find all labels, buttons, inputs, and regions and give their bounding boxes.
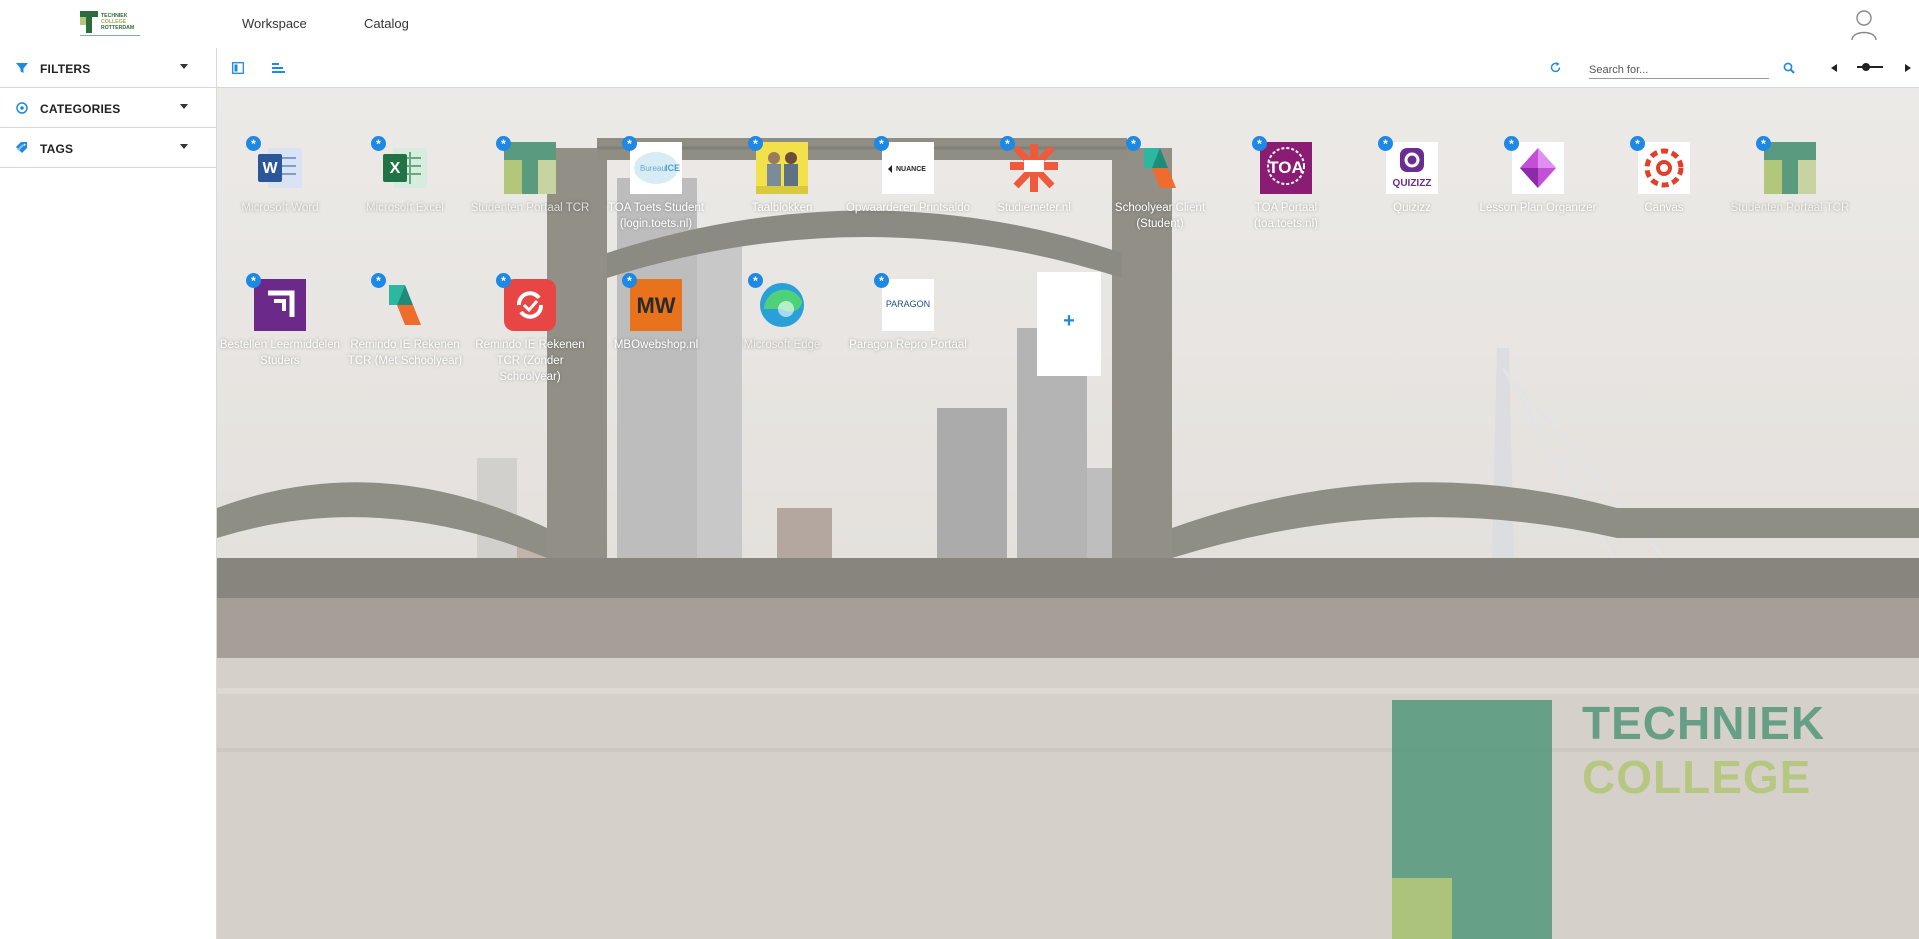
app-tile-label: Microsoft Edge — [743, 339, 821, 351]
favorite-star-icon[interactable]: * — [1126, 136, 1141, 151]
toa-icon: TOA — [1260, 142, 1312, 194]
schoolyear-icon — [1144, 148, 1176, 188]
sidebar-item-categories[interactable]: CATEGORIES — [0, 88, 216, 128]
lesson-plan-icon — [1512, 142, 1564, 194]
watermark-text-1: TECHNIEK — [1582, 697, 1826, 749]
svg-text:QUIZIZZ: QUIZIZZ — [1393, 178, 1432, 189]
filter-icon — [16, 63, 28, 73]
app-tile-label: Opwaarderen Printsaldo — [845, 202, 970, 214]
sidebar-item-tags[interactable]: TAGS — [0, 128, 216, 168]
top-bar: TECHNIEK COLLEGE ROTTERDAM Workspace Cat… — [0, 0, 1919, 48]
refresh-icon[interactable] — [1549, 61, 1562, 74]
tcr-portal-icon — [504, 142, 556, 194]
bureau-ice-icon: Bureau ICE — [630, 142, 682, 194]
app-tile-label: Remindo IE Rekenen TCR (Zonder Schoolyea… — [475, 339, 585, 383]
favorite-star-icon[interactable]: * — [748, 136, 763, 151]
chevron-down-icon[interactable] — [180, 144, 188, 149]
svg-text:X: X — [390, 160, 401, 177]
favorite-star-icon[interactable]: * — [622, 136, 637, 151]
remindo-icon — [504, 279, 556, 331]
favorite-star-icon[interactable]: * — [1378, 136, 1393, 151]
favorite-star-icon[interactable]: * — [874, 136, 889, 151]
favorite-star-icon[interactable]: * — [748, 273, 763, 288]
word-icon: W — [258, 148, 302, 188]
chevron-down-icon[interactable] — [180, 64, 188, 69]
sidebar-item-label: CATEGORIES — [40, 102, 121, 116]
favorite-star-icon[interactable]: * — [1000, 136, 1015, 151]
watermark-text-2: COLLEGE — [1582, 751, 1812, 803]
app-tile-label: MBOwebshop.nl — [613, 339, 699, 351]
favorite-star-icon[interactable]: * — [874, 273, 889, 288]
excel-icon: X — [383, 148, 427, 188]
svg-text:MW: MW — [636, 293, 675, 318]
search-input[interactable] — [1589, 61, 1769, 79]
app-tile-label: Quizizz — [1393, 202, 1431, 214]
svg-text:ROTTERDAM: ROTTERDAM — [101, 25, 134, 31]
search-icon[interactable] — [1783, 62, 1795, 74]
favorite-star-icon[interactable]: * — [1504, 136, 1519, 151]
svg-text:W: W — [262, 160, 278, 177]
nuance-icon: NUANCE — [882, 142, 934, 194]
favorite-star-icon[interactable]: * — [371, 136, 386, 151]
taalblokken-icon — [756, 142, 808, 194]
align-icon[interactable] — [272, 62, 285, 74]
sidebar-item-label: TAGS — [40, 142, 74, 156]
panel-toggle-icon[interactable] — [232, 62, 244, 74]
tags-icon — [16, 142, 27, 153]
favorite-star-icon[interactable]: * — [1252, 136, 1267, 151]
user-avatar-icon[interactable] — [1849, 8, 1879, 42]
techniek-college-logo[interactable]: TECHNIEK COLLEGE ROTTERDAM — [78, 8, 144, 40]
nav-catalog[interactable]: Catalog — [364, 16, 409, 31]
bestellen-icon — [254, 279, 306, 331]
app-tile-label: Taalblokken — [751, 202, 813, 214]
svg-text:NUANCE: NUANCE — [896, 166, 926, 173]
next-icon[interactable] — [1905, 64, 1911, 72]
favorite-star-icon[interactable]: * — [246, 136, 261, 151]
sidebar-item-label: FILTERS — [40, 62, 91, 76]
chevron-down-icon[interactable] — [180, 104, 188, 109]
zoom-slider-icon[interactable] — [1857, 61, 1883, 73]
svg-text:Bureau: Bureau — [640, 164, 666, 173]
add-app-tile[interactable]: + — [1037, 272, 1101, 376]
app-tile-label: TOA Toets Student (login.toets.nl) — [607, 202, 705, 230]
app-tile-label: Canvas — [1644, 202, 1684, 214]
mbowebshop-icon: MW — [630, 279, 682, 331]
add-icon: + — [1063, 310, 1075, 332]
svg-text:PARAGON: PARAGON — [886, 299, 930, 309]
svg-text:ICE: ICE — [665, 163, 680, 173]
svg-text:TOA: TOA — [1268, 158, 1304, 177]
workspace: TECHNIEK COLLEGE * W Microsoft Word * X … — [217, 88, 1919, 939]
app-tile-label: Bestellen Leermiddelen Studers — [219, 339, 341, 367]
nav-workspace[interactable]: Workspace — [242, 16, 307, 31]
sidebar-item-filters[interactable]: FILTERS — [0, 48, 216, 88]
favorite-star-icon[interactable]: * — [496, 273, 511, 288]
tcr-portal-icon — [1764, 142, 1816, 194]
favorite-star-icon[interactable]: * — [371, 273, 386, 288]
app-tile-label: Studiemeter.nl — [997, 202, 1071, 214]
categories-icon — [16, 102, 28, 114]
app-tile-label: Paragon Repro Portaal — [849, 339, 967, 351]
canvas-icon — [1638, 142, 1690, 194]
favorite-star-icon[interactable]: * — [496, 136, 511, 151]
favorite-star-icon[interactable]: * — [622, 273, 637, 288]
favorite-star-icon[interactable]: * — [246, 273, 261, 288]
app-tile-label: Schoolyear Client (Student) — [1114, 202, 1206, 230]
sidebar: FILTERS CATEGORIES TAGS — [0, 48, 217, 939]
app-tile-label: TOA Portaal (toa.toets.nl) — [1254, 202, 1318, 230]
edge-icon — [760, 283, 804, 327]
favorite-star-icon[interactable]: * — [1630, 136, 1645, 151]
app-tile-label: Microsoft Word — [241, 202, 319, 214]
app-tile-label: Remindo IE Rekenen TCR (Met Schoolyear) — [347, 339, 463, 367]
app-tile-label: Microsoft Excel — [366, 202, 444, 214]
favorite-star-icon[interactable]: * — [1756, 136, 1771, 151]
quizizz-icon: QUIZIZZ — [1386, 142, 1438, 194]
prev-icon[interactable] — [1831, 64, 1837, 72]
app-tile-label: Studenten Portaal TCR — [470, 202, 590, 214]
app-tile-label: Studenten Portaal TCR — [1730, 202, 1850, 214]
schoolyear-icon — [389, 285, 421, 325]
studiemeter-icon — [1010, 144, 1058, 192]
paragon-icon: PARAGON — [882, 279, 934, 331]
app-tile-label: Lesson Plan Organizer — [1479, 202, 1597, 214]
